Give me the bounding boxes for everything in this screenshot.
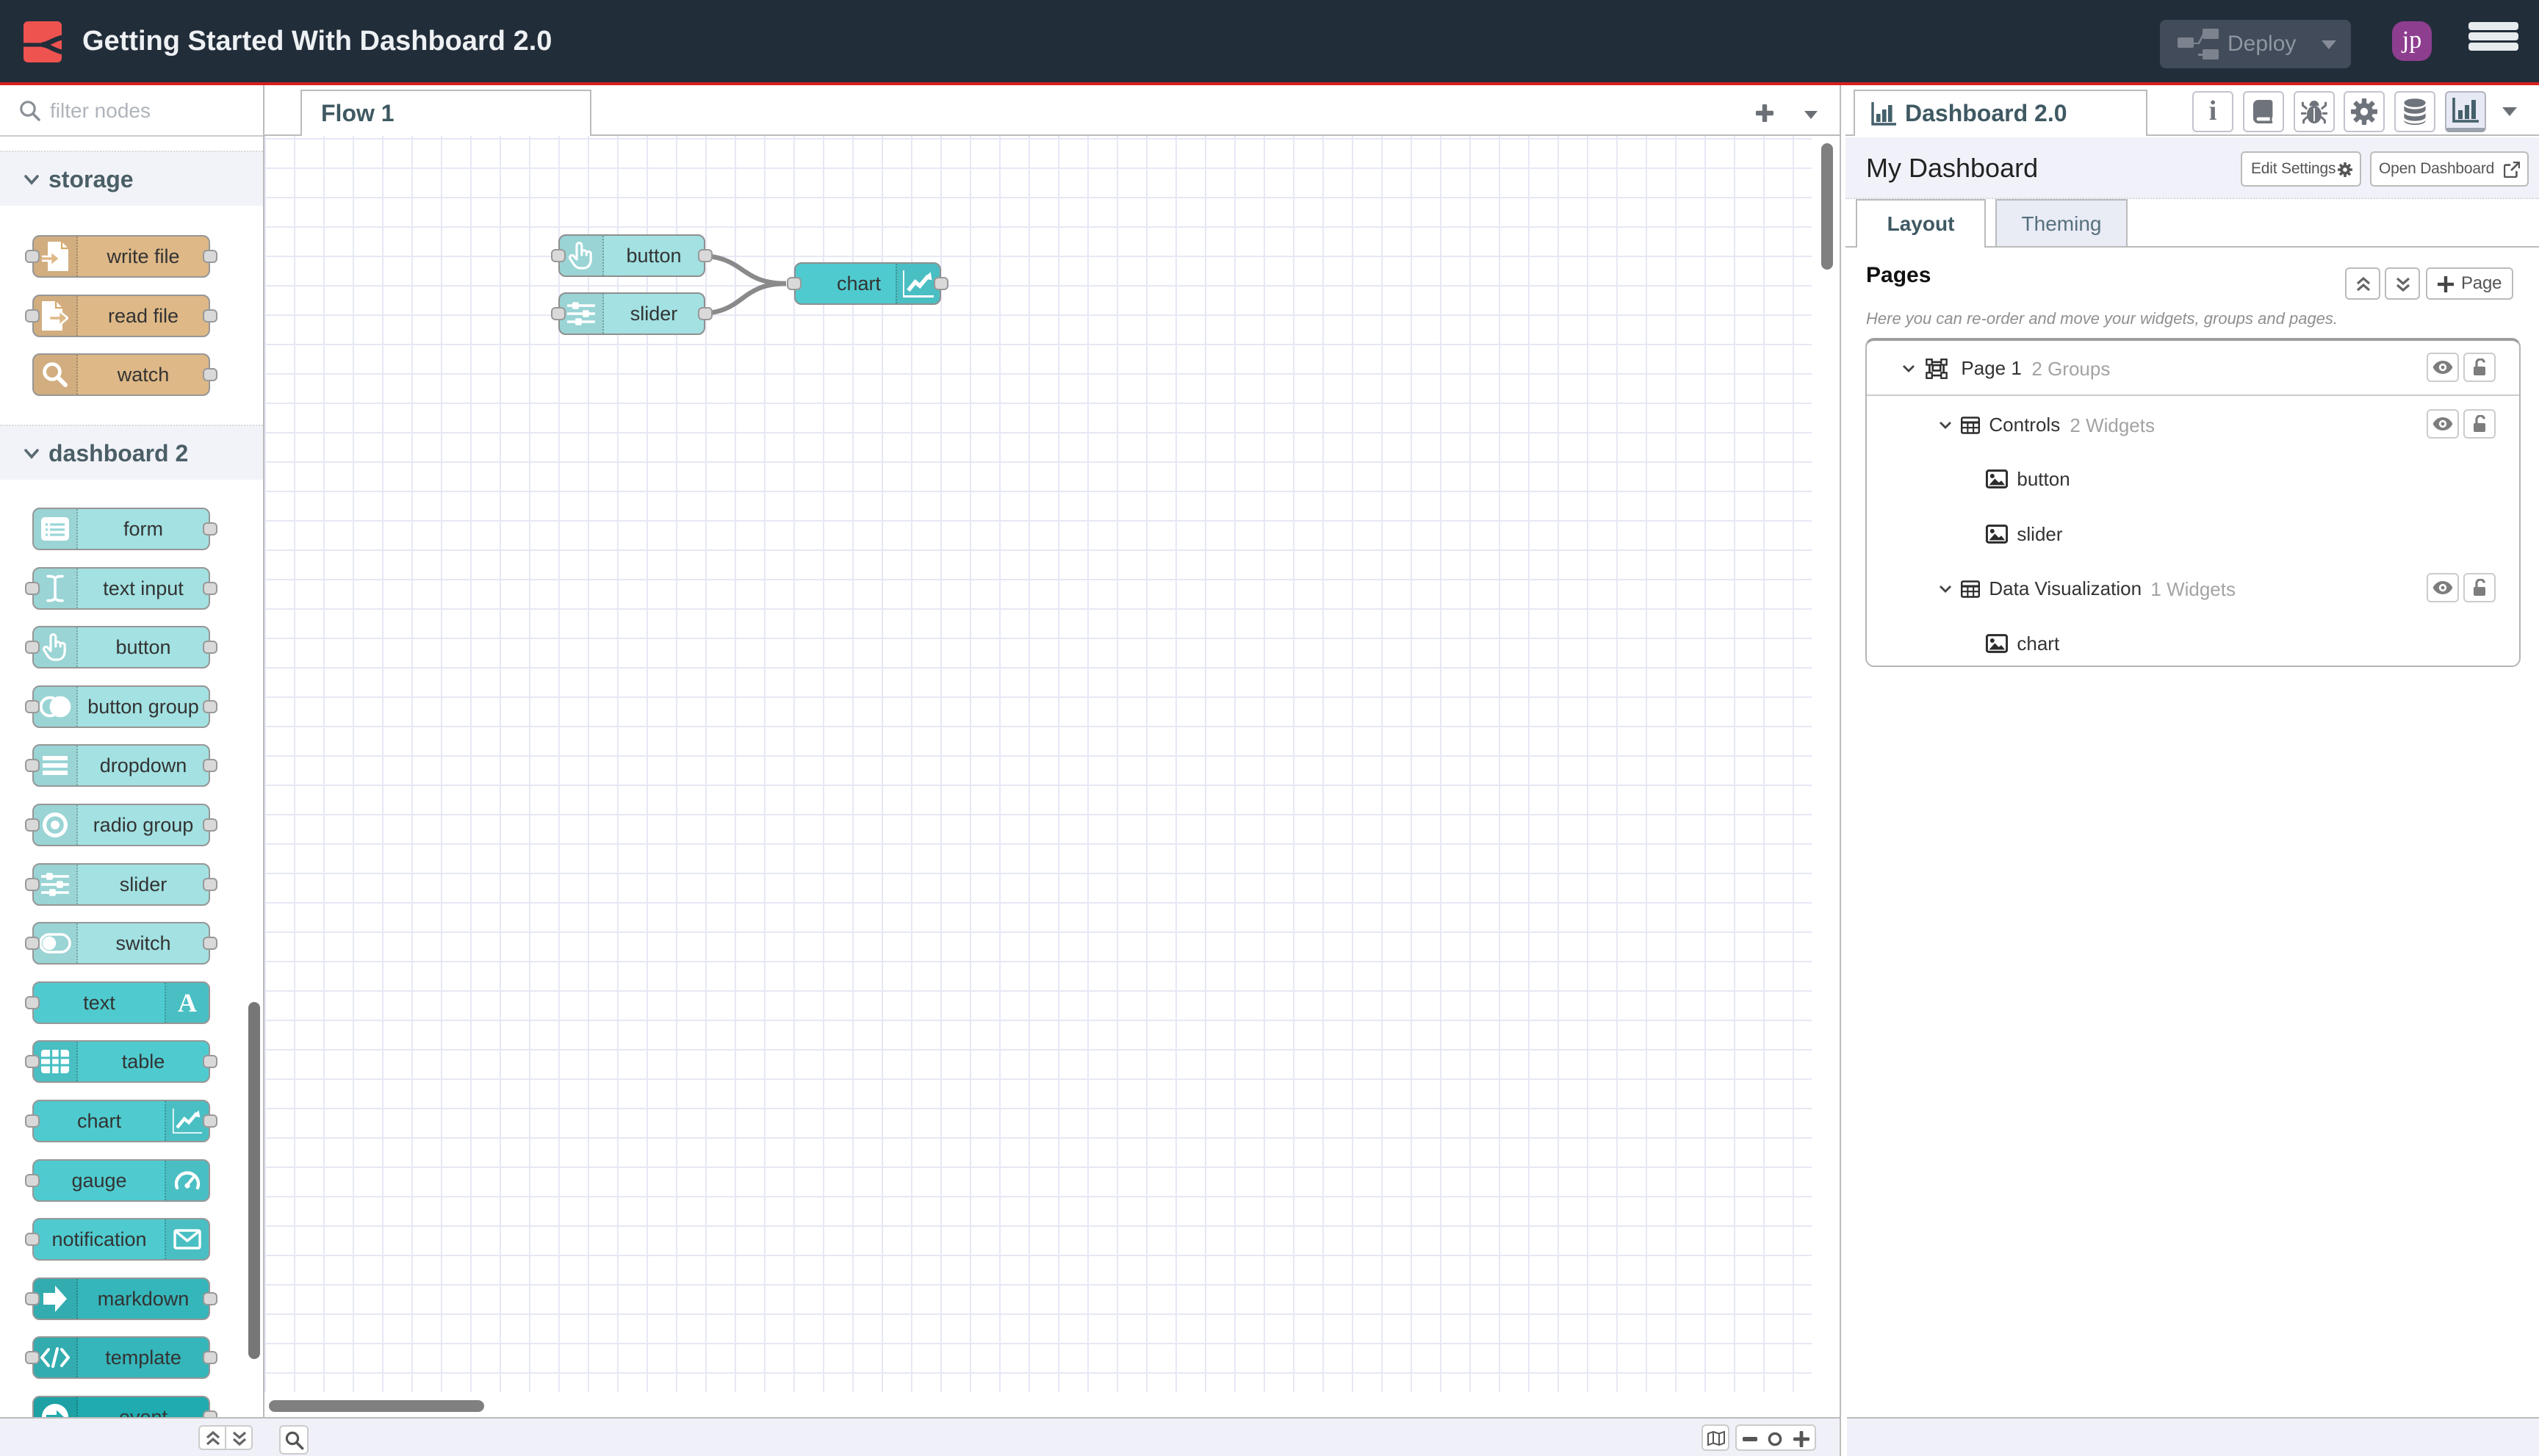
- svg-text:A: A: [178, 990, 197, 1015]
- svg-text:i: i: [2209, 99, 2217, 124]
